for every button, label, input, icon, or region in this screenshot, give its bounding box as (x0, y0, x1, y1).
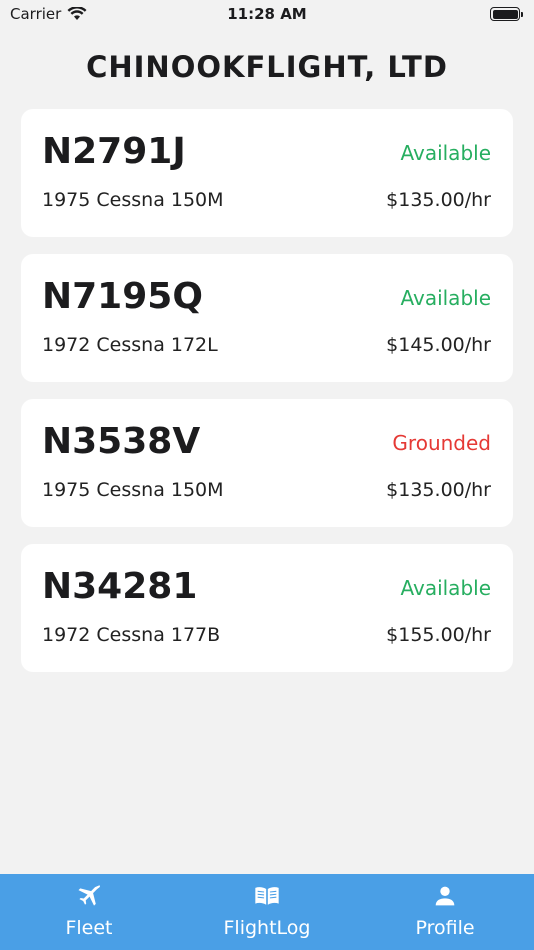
aircraft-model: 1975 Cessna 150M (42, 189, 224, 211)
page-title: CHINOOKFLIGHT, LTD (86, 50, 448, 84)
carrier-info: Carrier (10, 5, 87, 23)
hourly-rate: $155.00/hr (386, 624, 491, 646)
tail-number: N7195Q (42, 276, 203, 317)
status-bar: Carrier 11:28 AM (0, 0, 534, 28)
aircraft-card[interactable]: N7195Q Available 1972 Cessna 172L $145.0… (21, 254, 513, 382)
airplane-icon (75, 882, 103, 910)
tab-label: FlightLog (223, 917, 311, 939)
aircraft-card[interactable]: N34281 Available 1972 Cessna 177B $155.0… (21, 544, 513, 672)
tail-number: N3538V (42, 421, 201, 462)
book-icon (253, 882, 281, 910)
tail-number: N34281 (42, 566, 198, 607)
fleet-list: N2791J Available 1975 Cessna 150M $135.0… (21, 109, 513, 689)
battery-icon (490, 7, 523, 21)
tab-flightlog[interactable]: FlightLog (178, 874, 356, 950)
wifi-icon (67, 7, 87, 20)
hourly-rate: $135.00/hr (386, 479, 491, 501)
status-badge: Grounded (392, 431, 491, 455)
hourly-rate: $135.00/hr (386, 189, 491, 211)
person-icon (431, 882, 459, 910)
tab-label: Fleet (65, 917, 113, 939)
status-badge: Available (400, 576, 491, 600)
tab-bar: Fleet FlightLog Profile (0, 874, 534, 950)
aircraft-card[interactable]: N3538V Grounded 1975 Cessna 150M $135.00… (21, 399, 513, 527)
tab-label: Profile (415, 917, 475, 939)
carrier-label: Carrier (10, 5, 62, 23)
aircraft-model: 1975 Cessna 150M (42, 479, 224, 501)
tab-fleet[interactable]: Fleet (0, 874, 178, 950)
aircraft-model: 1972 Cessna 172L (42, 334, 218, 356)
aircraft-model: 1972 Cessna 177B (42, 624, 221, 646)
aircraft-card[interactable]: N2791J Available 1975 Cessna 150M $135.0… (21, 109, 513, 237)
tab-profile[interactable]: Profile (356, 874, 534, 950)
tail-number: N2791J (42, 131, 186, 172)
status-badge: Available (400, 286, 491, 310)
status-badge: Available (400, 141, 491, 165)
hourly-rate: $145.00/hr (386, 334, 491, 356)
